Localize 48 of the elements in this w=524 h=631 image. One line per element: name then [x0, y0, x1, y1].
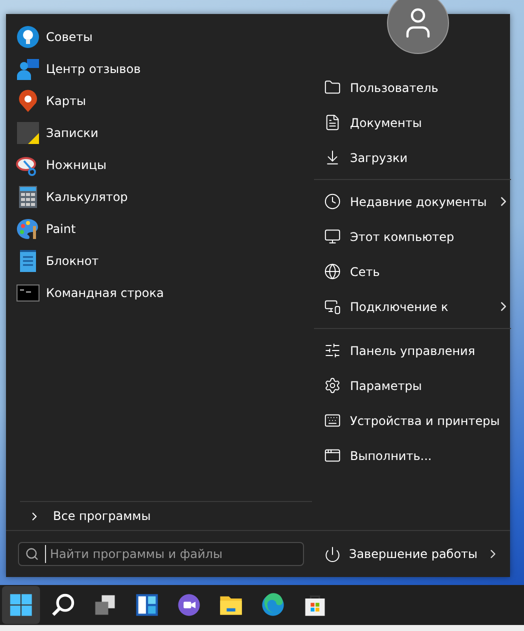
run-window-icon: [324, 447, 341, 464]
shutdown-button[interactable]: Завершение работы: [320, 542, 504, 566]
lightbulb-icon: [16, 25, 40, 49]
place-item[interactable]: Этот компьютер: [350, 230, 454, 244]
globe-icon: [324, 263, 341, 280]
chat-icon: [176, 592, 202, 618]
search-icon: [25, 547, 39, 561]
app-item[interactable]: Командная строка: [46, 286, 164, 300]
windows-logo-icon: [8, 592, 34, 618]
place-item[interactable]: Пользователь: [350, 80, 438, 94]
feedback-icon: [16, 57, 40, 81]
app-item[interactable]: Ножницы: [46, 158, 106, 172]
control-panel-icon: [324, 342, 341, 359]
user-avatar[interactable]: [387, 0, 449, 54]
search-icon: [50, 592, 76, 618]
calculator-icon: [16, 185, 40, 209]
place-item[interactable]: Документы: [350, 116, 422, 130]
place-item[interactable]: Загрузки: [350, 150, 408, 164]
computer-icon: [324, 228, 341, 245]
place-item[interactable]: Недавние документы: [350, 194, 487, 208]
place-item[interactable]: Панель управления: [350, 344, 476, 358]
settings-icon: [324, 377, 341, 394]
clock-icon: [324, 193, 341, 210]
place-item[interactable]: Выполнить...: [350, 448, 432, 462]
app-item[interactable]: Карты: [46, 94, 86, 108]
devices-icon: [324, 412, 341, 429]
place-item[interactable]: Параметры: [350, 378, 422, 392]
app-item[interactable]: Paint: [46, 222, 76, 236]
user-folder-icon: [324, 79, 341, 96]
palette-icon: [16, 217, 40, 241]
search-field[interactable]: Найти программы и файлы: [18, 542, 304, 566]
app-item[interactable]: Советы: [46, 30, 93, 44]
widgets-icon: [134, 592, 160, 618]
document-icon: [324, 114, 341, 131]
download-icon: [324, 149, 341, 166]
sticky-note-icon: [16, 121, 40, 145]
browser-icon: [260, 592, 286, 618]
app-item[interactable]: Записки: [46, 126, 98, 140]
place-item[interactable]: Сеть: [350, 264, 380, 278]
devices-connect-icon: [324, 298, 341, 315]
app-item[interactable]: Блокнот: [46, 254, 99, 268]
app-item[interactable]: Калькулятор: [46, 190, 128, 204]
all-programs-link[interactable]: Все программы: [53, 509, 151, 523]
place-item[interactable]: Устройства и принтеры: [350, 414, 500, 428]
place-item[interactable]: Подключение к: [350, 300, 448, 314]
power-icon: [324, 546, 341, 562]
app-item[interactable]: Центр отзывов: [46, 62, 141, 76]
map-pin-icon: [16, 89, 40, 113]
